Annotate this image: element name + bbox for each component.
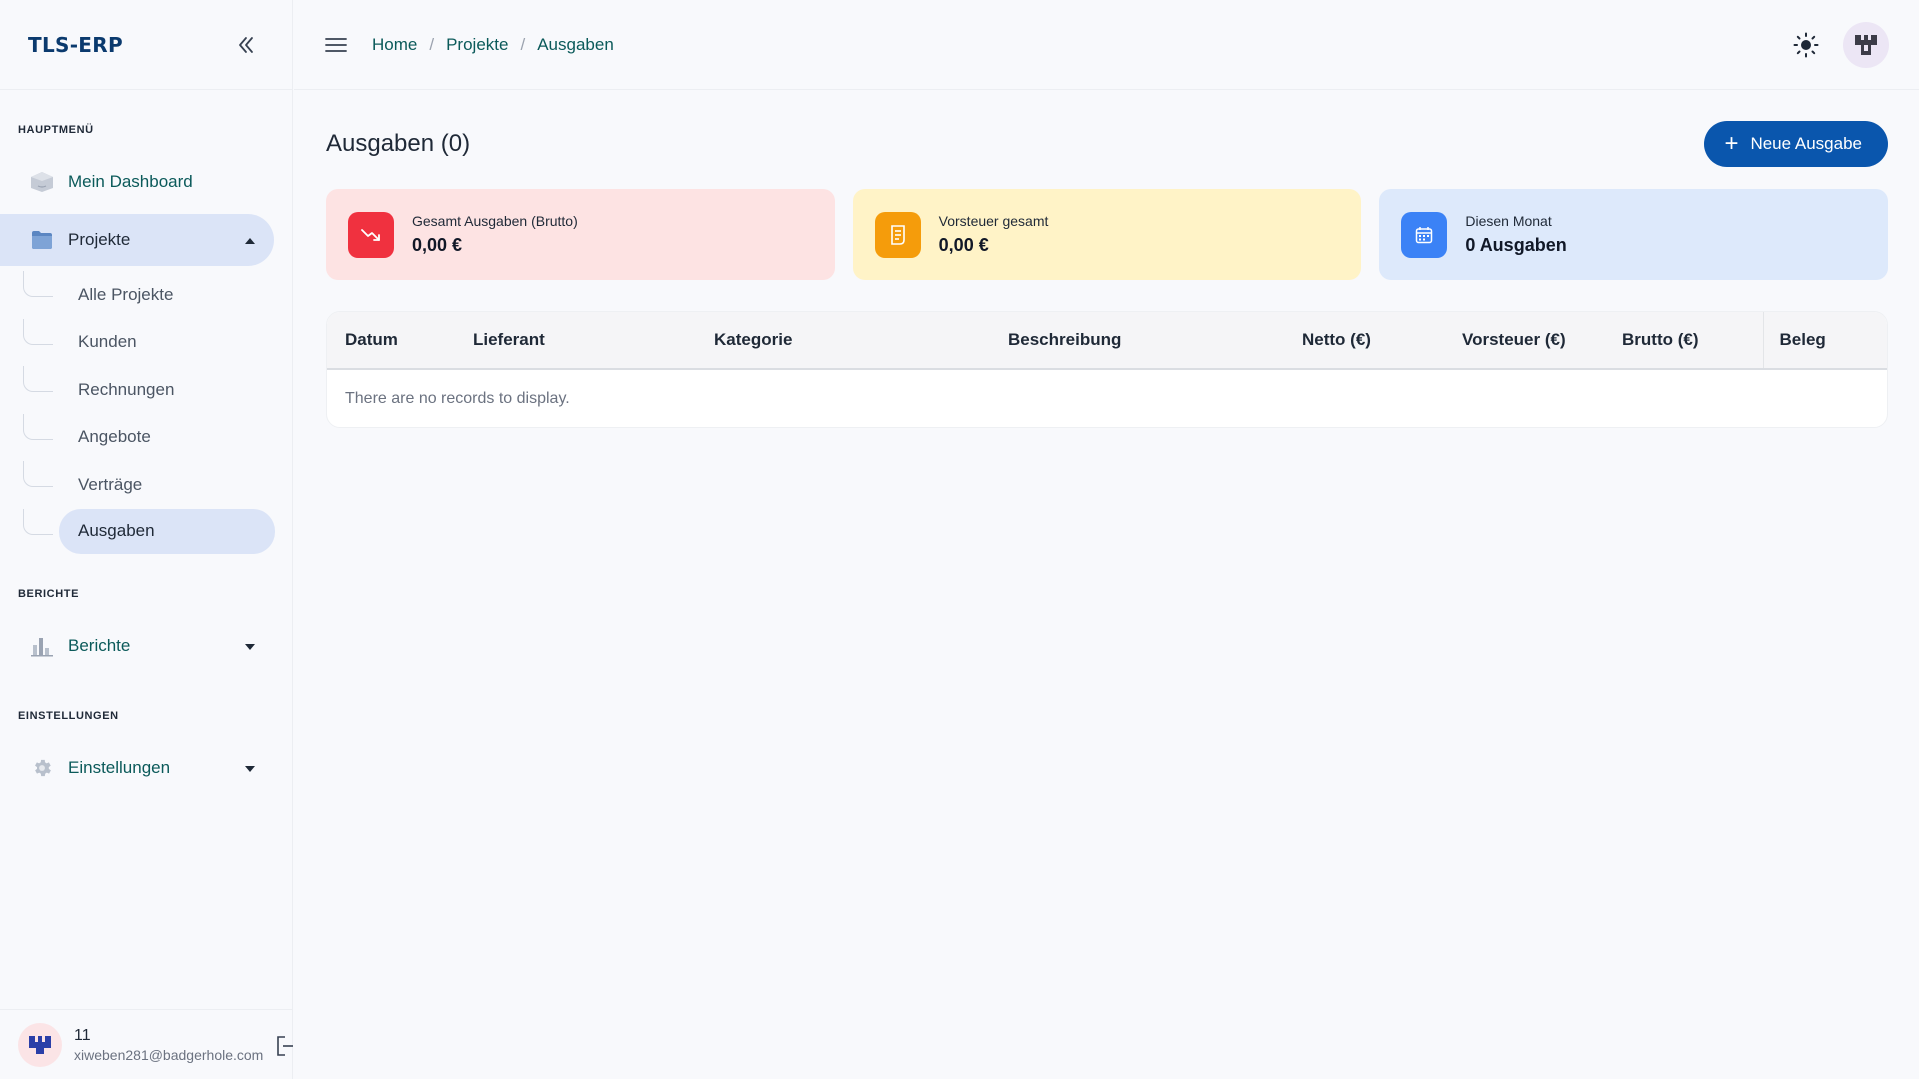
sidebar-item-label: Mein Dashboard: [68, 172, 193, 191]
card-value: 0 Ausgaben: [1465, 235, 1567, 255]
brand-logo: TLS-ERP: [28, 32, 123, 57]
calendar-icon: [1401, 211, 1448, 258]
collapse-sidebar-button[interactable]: [232, 31, 260, 59]
sidebar-subitem-contracts[interactable]: Verträge: [23, 461, 292, 509]
card-label: Vorsteuer gesamt: [938, 213, 1049, 229]
sidebar-item-dashboard[interactable]: Mein Dashboard: [0, 156, 274, 208]
trending-down-icon: [348, 211, 394, 258]
summary-card-total-gross: Gesamt Ausgaben (Brutto) 0,00 €: [326, 189, 835, 280]
caret-up-icon: [244, 230, 256, 250]
new-expense-label: Neue Ausgabe: [1750, 134, 1862, 153]
sidebar-item-reports[interactable]: Berichte: [0, 620, 274, 672]
summary-cards: Gesamt Ausgaben (Brutto) 0,00 € Vorsteue…: [326, 189, 1889, 280]
summary-card-input-tax: Vorsteuer gesamt 0,00 €: [852, 189, 1362, 280]
column-header-input-tax[interactable]: Vorsteuer (€): [1462, 312, 1622, 370]
breadcrumb-separator: /: [520, 34, 526, 54]
column-header-date[interactable]: Datum: [327, 312, 473, 370]
receipt-icon: [874, 211, 921, 258]
column-header-category[interactable]: Kategorie: [714, 312, 1008, 370]
topbar: Home / Projekte / Ausgaben: [294, 0, 1919, 90]
topbar-actions: [1783, 22, 1889, 68]
section-label-settings: EINSTELLUNGEN: [18, 709, 119, 722]
sidebar-subitem-all-projects[interactable]: Alle Projekte: [23, 271, 292, 319]
user-email: xiweben281@badgerhole.com: [74, 1046, 264, 1063]
page-header: Ausgaben (0) + Neue Ausgabe: [326, 90, 1888, 200]
sidebar: TLS-ERP HAUPTMENÜ Mein Dashboard Projekt…: [0, 0, 293, 1079]
plus-icon: +: [1724, 130, 1739, 157]
sidebar-item-label: Einstellungen: [68, 757, 171, 777]
logout-icon: [277, 1036, 293, 1056]
sidebar-item-label: Berichte: [68, 635, 131, 655]
table-header-row: Datum Lieferant Kategorie Beschreibung N…: [327, 312, 1887, 370]
sidebar-subitem-offers[interactable]: Angebote: [23, 413, 292, 462]
projects-submenu: Alle Projekte Kunden Rechnungen Angebote…: [23, 271, 292, 554]
caret-down-icon: [244, 758, 256, 778]
section-label-main: HAUPTMENÜ: [18, 124, 94, 136]
gear-icon: [30, 756, 54, 780]
card-value: 0,00 €: [938, 235, 989, 255]
empty-state-message: There are no records to display.: [345, 389, 570, 407]
sidebar-item-label: Projekte: [68, 230, 131, 249]
user-avatar[interactable]: [18, 1022, 62, 1067]
hamburger-icon: [325, 37, 347, 52]
caret-down-icon: [244, 636, 256, 656]
user-info: 11 xiweben281@badgerhole.com: [74, 1027, 263, 1063]
sidebar-subitem-expenses[interactable]: Ausgaben: [23, 508, 275, 554]
brand-row: TLS-ERP: [0, 0, 292, 90]
card-value: 0,00 €: [412, 235, 463, 255]
expenses-table: Datum Lieferant Kategorie Beschreibung N…: [326, 311, 1888, 428]
card-label: Gesamt Ausgaben (Brutto): [412, 213, 578, 229]
sidebar-item-settings[interactable]: Einstellungen: [0, 742, 274, 794]
user-name: 11: [74, 1026, 91, 1044]
column-header-gross[interactable]: Brutto (€): [1622, 312, 1763, 370]
sun-icon: [1793, 32, 1819, 58]
summary-card-this-month: Diesen Monat 0 Ausgaben: [1379, 189, 1889, 280]
breadcrumb-separator: /: [429, 34, 435, 54]
sidebar-subitem-customers[interactable]: Kunden: [23, 318, 292, 367]
theme-toggle-button[interactable]: [1783, 22, 1829, 68]
user-footer: 11 xiweben281@badgerhole.com: [0, 1009, 293, 1079]
section-label-reports: BERICHTE: [18, 587, 80, 600]
dashboard-icon: [30, 170, 54, 194]
card-label: Diesen Monat: [1465, 213, 1552, 229]
column-header-net[interactable]: Netto (€): [1302, 312, 1462, 370]
column-header-description[interactable]: Beschreibung: [1008, 312, 1302, 370]
new-expense-button[interactable]: + Neue Ausgabe: [1704, 121, 1888, 167]
folder-icon: [30, 228, 54, 252]
breadcrumb: Home / Projekte / Ausgaben: [372, 35, 614, 55]
breadcrumb-current[interactable]: Ausgaben: [537, 35, 614, 55]
sidebar-subitem-invoices[interactable]: Rechnungen: [23, 366, 292, 414]
column-header-receipt[interactable]: Beleg: [1762, 312, 1887, 370]
breadcrumb-home[interactable]: Home: [372, 35, 417, 55]
account-avatar[interactable]: [1843, 22, 1889, 68]
column-header-supplier[interactable]: Lieferant: [473, 312, 714, 370]
breadcrumb-projects[interactable]: Projekte: [446, 35, 508, 55]
main-content: Ausgaben (0) + Neue Ausgabe Gesamt Ausga…: [326, 90, 1889, 428]
bar-chart-icon: [30, 634, 54, 658]
sidebar-item-projects[interactable]: Projekte: [0, 214, 274, 266]
logout-button[interactable]: [275, 1034, 293, 1058]
page-title: Ausgaben (0): [326, 130, 471, 157]
menu-toggle-button[interactable]: [324, 33, 348, 57]
double-chevron-left-icon: [239, 36, 253, 53]
table-row: There are no records to display.: [327, 369, 1887, 427]
